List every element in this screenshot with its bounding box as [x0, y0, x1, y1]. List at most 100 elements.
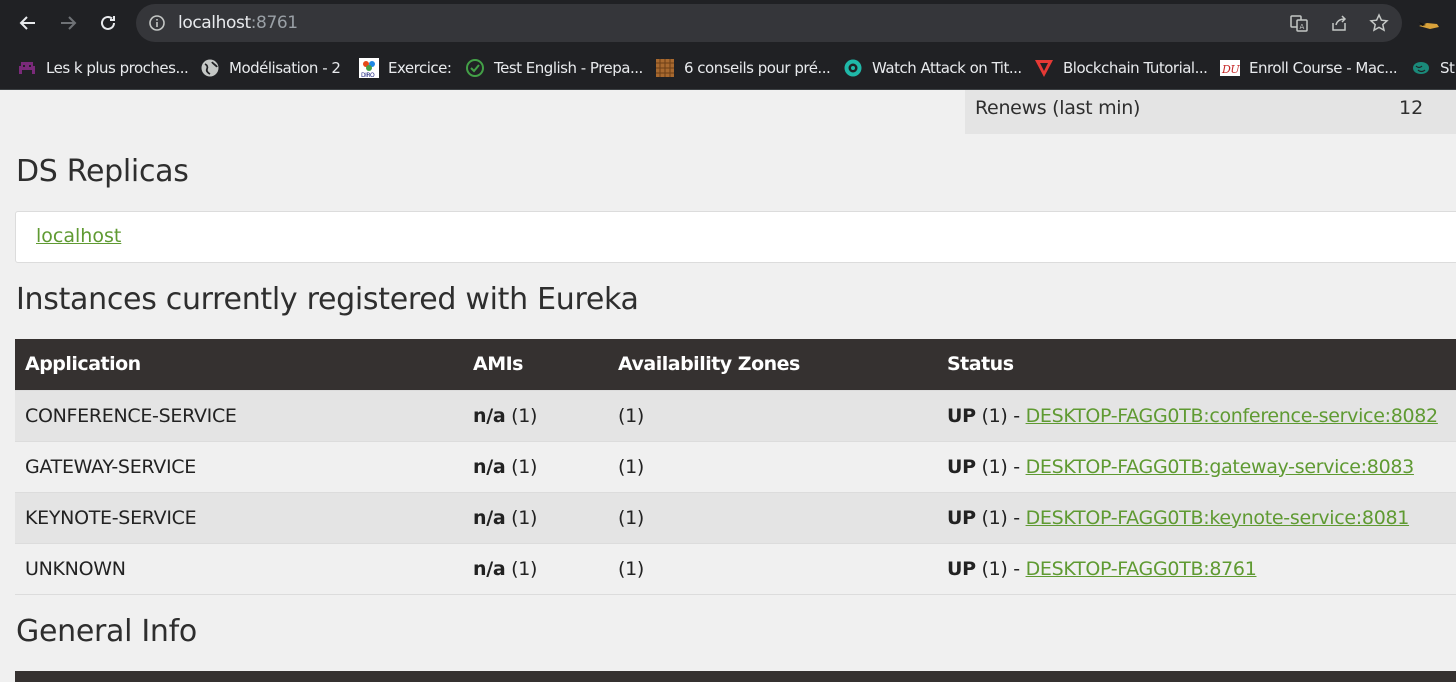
- zones-cell: (1): [608, 390, 937, 442]
- renews-row: Renews (last min) 12: [965, 90, 1456, 134]
- bookmark-label: St: [1440, 59, 1455, 77]
- translate-icon[interactable]: A: [1289, 13, 1309, 33]
- bookmark-item[interactable]: 6 conseils pour pré...: [654, 56, 831, 80]
- bookmark-item[interactable]: Test English - Prepa...: [464, 56, 643, 80]
- table-header-row: Application AMIs Availability Zones Stat…: [15, 339, 1456, 391]
- bookmark-label: 6 conseils pour pré...: [684, 59, 831, 77]
- instances-title: Instances currently registered with Eure…: [16, 282, 639, 317]
- info-icon[interactable]: [148, 14, 166, 32]
- bookmark-label: Enroll Course - Mac...: [1249, 59, 1398, 77]
- arrow-left-icon: [19, 16, 35, 30]
- amis-value: n/a: [473, 455, 506, 478]
- forward-button[interactable]: [53, 8, 83, 38]
- application-cell: GATEWAY-SERVICE: [15, 441, 463, 493]
- star-icon[interactable]: [1369, 13, 1389, 33]
- amis-cell: n/a (1): [463, 390, 608, 442]
- svg-text:DIRO: DIRO: [361, 72, 375, 79]
- bookmark-item[interactable]: Les k plus proches...: [16, 56, 189, 80]
- status-count: (1) -: [975, 557, 1026, 580]
- instance-link[interactable]: DESKTOP-FAGG0TB:8761: [1026, 558, 1257, 580]
- svg-text:DU: DU: [1221, 63, 1240, 76]
- replica-link[interactable]: localhost: [36, 225, 121, 247]
- bookmark-item[interactable]: Blockchain Tutorial...: [1033, 56, 1208, 80]
- reload-button[interactable]: [93, 8, 123, 38]
- zones-cell: (1): [608, 492, 937, 544]
- globe-icon: [199, 57, 221, 79]
- application-cell: UNKNOWN: [15, 543, 463, 595]
- pattern-icon: [654, 57, 676, 79]
- general-info-title: General Info: [16, 614, 197, 649]
- column-header-application: Application: [15, 339, 463, 391]
- url-text: localhost:8761: [178, 13, 298, 33]
- status-count: (1) -: [975, 455, 1026, 478]
- amis-cell: n/a (1): [463, 543, 608, 595]
- bookmark-item[interactable]: Modélisation - 2: [199, 56, 341, 80]
- table-row: KEYNOTE-SERVICE n/a (1) (1) UP (1) - DES…: [15, 492, 1456, 544]
- status-value: UP: [947, 506, 976, 529]
- brain-icon: [1410, 57, 1432, 79]
- page-content: Renews (last min) 12 DS Replicas localho…: [0, 90, 1456, 682]
- du-logo-icon: DU: [1219, 57, 1241, 79]
- bookmark-label: Les k plus proches...: [46, 59, 189, 77]
- bookmarks-bar: Les k plus proches... Modélisation - 2 D…: [0, 46, 1456, 90]
- general-info-table-header: [15, 671, 1456, 682]
- status-cell: UP (1) - DESKTOP-FAGG0TB:conference-serv…: [937, 390, 1456, 442]
- table-row: CONFERENCE-SERVICE n/a (1) (1) UP (1) - …: [15, 390, 1456, 442]
- bookmark-label: Exercice:: [388, 59, 452, 77]
- ds-replicas-title: DS Replicas: [16, 154, 189, 189]
- back-button[interactable]: [13, 8, 43, 38]
- check-circle-icon: [464, 57, 486, 79]
- amis-count: (1): [505, 506, 538, 529]
- ds-replicas-box: localhost: [15, 211, 1456, 263]
- zones-cell: (1): [608, 441, 937, 493]
- amis-value: n/a: [473, 557, 506, 580]
- bookmark-label: Modélisation - 2: [229, 59, 341, 77]
- table-row: GATEWAY-SERVICE n/a (1) (1) UP (1) - DES…: [15, 441, 1456, 493]
- instance-link[interactable]: DESKTOP-FAGG0TB:conference-service:8082: [1026, 405, 1439, 427]
- bookmark-label: Watch Attack on Tit...: [872, 59, 1022, 77]
- status-value: UP: [947, 404, 976, 427]
- renews-label: Renews (last min): [975, 97, 1141, 119]
- arrow-right-icon: [61, 16, 77, 30]
- address-bar[interactable]: localhost:8761 A: [136, 4, 1402, 42]
- status-cell: UP (1) - DESKTOP-FAGG0TB:gateway-service…: [937, 441, 1456, 493]
- share-icon[interactable]: [1329, 13, 1349, 33]
- status-count: (1) -: [975, 506, 1026, 529]
- url-port: :8761: [250, 13, 298, 33]
- instances-table: Application AMIs Availability Zones Stat…: [15, 339, 1456, 595]
- application-cell: CONFERENCE-SERVICE: [15, 390, 463, 442]
- url-host: localhost: [178, 13, 251, 33]
- instance-link[interactable]: DESKTOP-FAGG0TB:keynote-service:8081: [1026, 507, 1410, 529]
- amis-count: (1): [505, 557, 538, 580]
- bookmark-label: Test English - Prepa...: [494, 59, 643, 77]
- bookmark-item[interactable]: DU Enroll Course - Mac...: [1219, 56, 1398, 80]
- instance-link[interactable]: DESKTOP-FAGG0TB:gateway-service:8083: [1026, 456, 1415, 478]
- table-row: UNKNOWN n/a (1) (1) UP (1) - DESKTOP-FAG…: [15, 543, 1456, 595]
- browser-toolbar: localhost:8761 A: [0, 0, 1456, 46]
- bookmark-item[interactable]: Watch Attack on Tit...: [842, 56, 1022, 80]
- column-header-status: Status: [937, 339, 1456, 391]
- amis-value: n/a: [473, 404, 506, 427]
- triangle-logo-icon: [1033, 57, 1055, 79]
- amis-count: (1): [505, 404, 538, 427]
- status-cell: UP (1) - DESKTOP-FAGG0TB:8761: [937, 543, 1456, 595]
- amis-value: n/a: [473, 506, 506, 529]
- bookmark-label: Blockchain Tutorial...: [1063, 59, 1208, 77]
- diro-icon: DIRO: [358, 57, 380, 79]
- amis-cell: n/a (1): [463, 492, 608, 544]
- column-header-zones: Availability Zones: [608, 339, 937, 391]
- bookmark-item[interactable]: DIRO Exercice:: [358, 56, 452, 80]
- svg-text:A: A: [1300, 23, 1305, 31]
- status-count: (1) -: [975, 404, 1026, 427]
- reload-icon: [101, 15, 115, 30]
- column-header-amis: AMIs: [463, 339, 608, 391]
- bookmark-item[interactable]: St: [1410, 56, 1455, 80]
- space-invader-icon: [16, 57, 38, 79]
- zones-cell: (1): [608, 543, 937, 595]
- status-value: UP: [947, 455, 976, 478]
- renews-value: 12: [1399, 97, 1424, 119]
- play-circle-icon: [842, 57, 864, 79]
- extension-icon[interactable]: [1416, 12, 1442, 34]
- application-cell: KEYNOTE-SERVICE: [15, 492, 463, 544]
- amis-cell: n/a (1): [463, 441, 608, 493]
